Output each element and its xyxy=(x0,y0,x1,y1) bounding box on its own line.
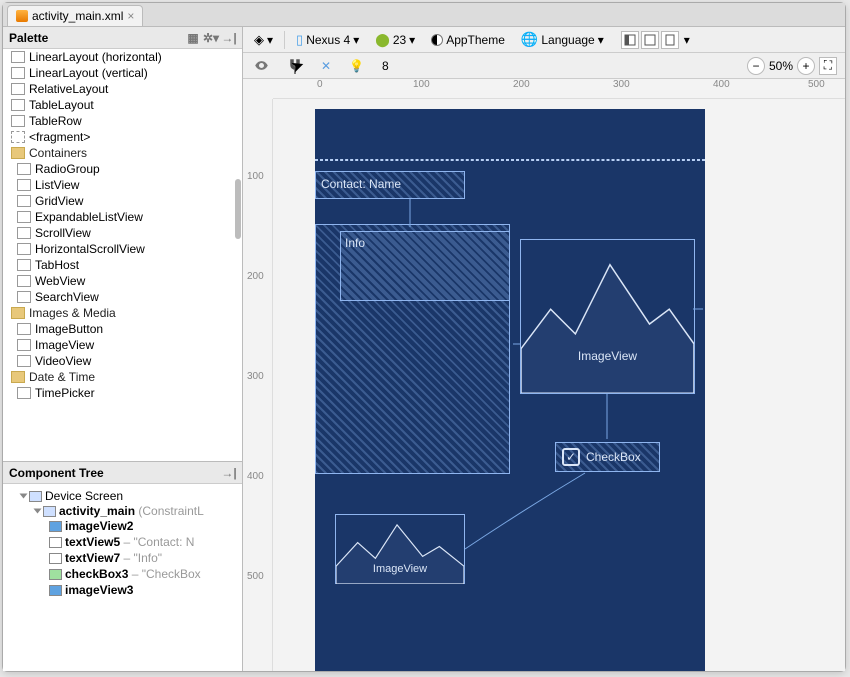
viewmode-blueprint-button[interactable] xyxy=(641,31,659,49)
autoconnect-button[interactable] xyxy=(282,56,308,76)
clear-constraints-button[interactable]: ✕ xyxy=(316,57,336,75)
design-toolbar-constraints: ➤ ✕ 💡 8 − 50% + ⛶ xyxy=(243,53,845,79)
palette-group-containers[interactable]: Containers xyxy=(9,145,242,161)
device-selector[interactable]: ▯Nexus 4▾ xyxy=(291,30,364,50)
palette-item[interactable]: TableRow xyxy=(9,113,242,129)
tree-item[interactable]: checkBox3 – "CheckBox xyxy=(49,566,238,582)
zoom-out-button[interactable]: − xyxy=(747,57,765,75)
palette-item[interactable]: LinearLayout (horizontal) xyxy=(9,49,242,65)
palette-item[interactable]: ImageButton xyxy=(15,321,242,337)
tree-layout[interactable]: activity_main (ConstraintL imageView2 te… xyxy=(35,503,238,599)
component-tree-body[interactable]: Device Screen activity_main (ConstraintL… xyxy=(3,484,242,671)
ruler-vertical: 100 200 300 400 500 xyxy=(243,99,273,671)
palette-panel[interactable]: LinearLayout (horizontal) LinearLayout (… xyxy=(3,49,242,461)
tree-item[interactable]: imageView3 xyxy=(49,582,238,598)
palette-item[interactable]: RadioGroup xyxy=(15,161,242,177)
palette-title: Palette xyxy=(9,31,48,45)
globe-icon: 🌐 xyxy=(521,31,538,48)
palette-item[interactable]: TabHost xyxy=(15,257,242,273)
zoom-fit-button[interactable]: ⛶ xyxy=(819,57,837,75)
palette-item[interactable]: HorizontalScrollView xyxy=(15,241,242,257)
palette-group-images-media[interactable]: Images & Media xyxy=(9,305,242,321)
tab-label: activity_main.xml xyxy=(32,9,123,23)
tree-item[interactable]: textView5 – "Contact: N xyxy=(49,534,238,550)
palette-group-date-time[interactable]: Date & Time xyxy=(9,369,242,385)
ruler-horizontal: 0 100 200 300 400 500 xyxy=(273,79,845,99)
palette-item[interactable]: VideoView xyxy=(15,353,242,369)
main-area: Palette ▦ ✲▾ →| LinearLayout (horizontal… xyxy=(3,27,845,671)
xml-file-icon xyxy=(16,10,28,22)
checkbox-icon xyxy=(562,448,580,466)
palette-item[interactable]: <fragment> xyxy=(9,129,242,145)
palette-hide-icon[interactable]: →| xyxy=(222,31,236,45)
widget-textview5[interactable]: Contact: Name xyxy=(315,171,465,199)
palette-item[interactable]: ScrollView xyxy=(15,225,242,241)
palette-grid-icon[interactable]: ▦ xyxy=(186,31,200,45)
api-selector[interactable]: ⬤23▾ xyxy=(370,30,420,50)
device-frame[interactable]: Contact: Name Info ImageView xyxy=(315,109,705,671)
palette-item[interactable]: LinearLayout (vertical) xyxy=(9,65,242,81)
tree-root[interactable]: Device Screen activity_main (ConstraintL… xyxy=(21,488,238,600)
palette-item[interactable]: WebView xyxy=(15,273,242,289)
component-tree-panel: Component Tree →| Device Screen activity… xyxy=(3,461,242,671)
design-toolbar-top: ◈▾ ▯Nexus 4▾ ⬤23▾ AppTheme 🌐Language▾ ▾ xyxy=(243,27,845,53)
editor-tab-bar: activity_main.xml × xyxy=(3,3,845,27)
design-editor: ◈▾ ▯Nexus 4▾ ⬤23▾ AppTheme 🌐Language▾ ▾ … xyxy=(243,27,845,671)
viewmode-both-button[interactable] xyxy=(661,31,679,49)
widget-checkbox3[interactable]: CheckBox xyxy=(555,442,660,472)
widget-textview7[interactable]: Info xyxy=(340,231,510,301)
component-tree-header: Component Tree →| xyxy=(3,462,242,484)
design-surface-button[interactable]: ◈▾ xyxy=(249,30,278,50)
show-constraints-button[interactable] xyxy=(249,56,274,75)
palette-item[interactable]: ExpandableListView xyxy=(15,209,242,225)
widget-imageview-main[interactable]: ImageView xyxy=(520,239,695,394)
palette-item[interactable]: SearchView xyxy=(15,289,242,305)
default-margin-value[interactable]: 8 xyxy=(377,57,394,75)
palette-scrollbar[interactable] xyxy=(235,179,241,239)
theme-icon xyxy=(431,34,443,46)
palette-item[interactable]: TimePicker xyxy=(15,385,242,401)
ide-window: activity_main.xml × Palette ▦ ✲▾ →| Line… xyxy=(2,2,846,672)
widget-imageview3[interactable]: ImageView xyxy=(335,514,465,584)
tree-item[interactable]: textView7 – "Info" xyxy=(49,550,238,566)
zoom-in-button[interactable]: + xyxy=(797,57,815,75)
zoom-value: 50% xyxy=(769,59,793,73)
tab-close-icon[interactable]: × xyxy=(127,9,134,23)
component-tree-hide-icon[interactable]: →| xyxy=(222,466,236,480)
language-selector[interactable]: 🌐Language▾ xyxy=(516,29,609,50)
component-tree-title: Component Tree xyxy=(9,466,104,480)
tree-item[interactable]: imageView2 xyxy=(49,518,238,534)
viewmode-design-button[interactable] xyxy=(621,31,639,49)
infer-constraints-button[interactable]: 💡 xyxy=(344,57,369,75)
palette-item[interactable]: ImageView xyxy=(15,337,242,353)
palette-settings-icon[interactable]: ✲▾ xyxy=(204,31,218,45)
palette-item[interactable]: TableLayout xyxy=(9,97,242,113)
palette-item[interactable]: RelativeLayout xyxy=(9,81,242,97)
editor-tab-activity-main[interactable]: activity_main.xml × xyxy=(7,5,143,26)
mountain-icon xyxy=(521,240,694,393)
palette-header: Palette ▦ ✲▾ →| xyxy=(3,27,242,49)
palette-item[interactable]: ListView xyxy=(15,177,242,193)
design-canvas[interactable]: 0 100 200 300 400 500 100 200 300 400 50… xyxy=(243,79,845,671)
viewmode-dropdown[interactable]: ▾ xyxy=(681,31,693,49)
theme-selector[interactable]: AppTheme xyxy=(426,31,510,49)
palette-item[interactable]: GridView xyxy=(15,193,242,209)
left-panel: Palette ▦ ✲▾ →| LinearLayout (horizontal… xyxy=(3,27,243,671)
